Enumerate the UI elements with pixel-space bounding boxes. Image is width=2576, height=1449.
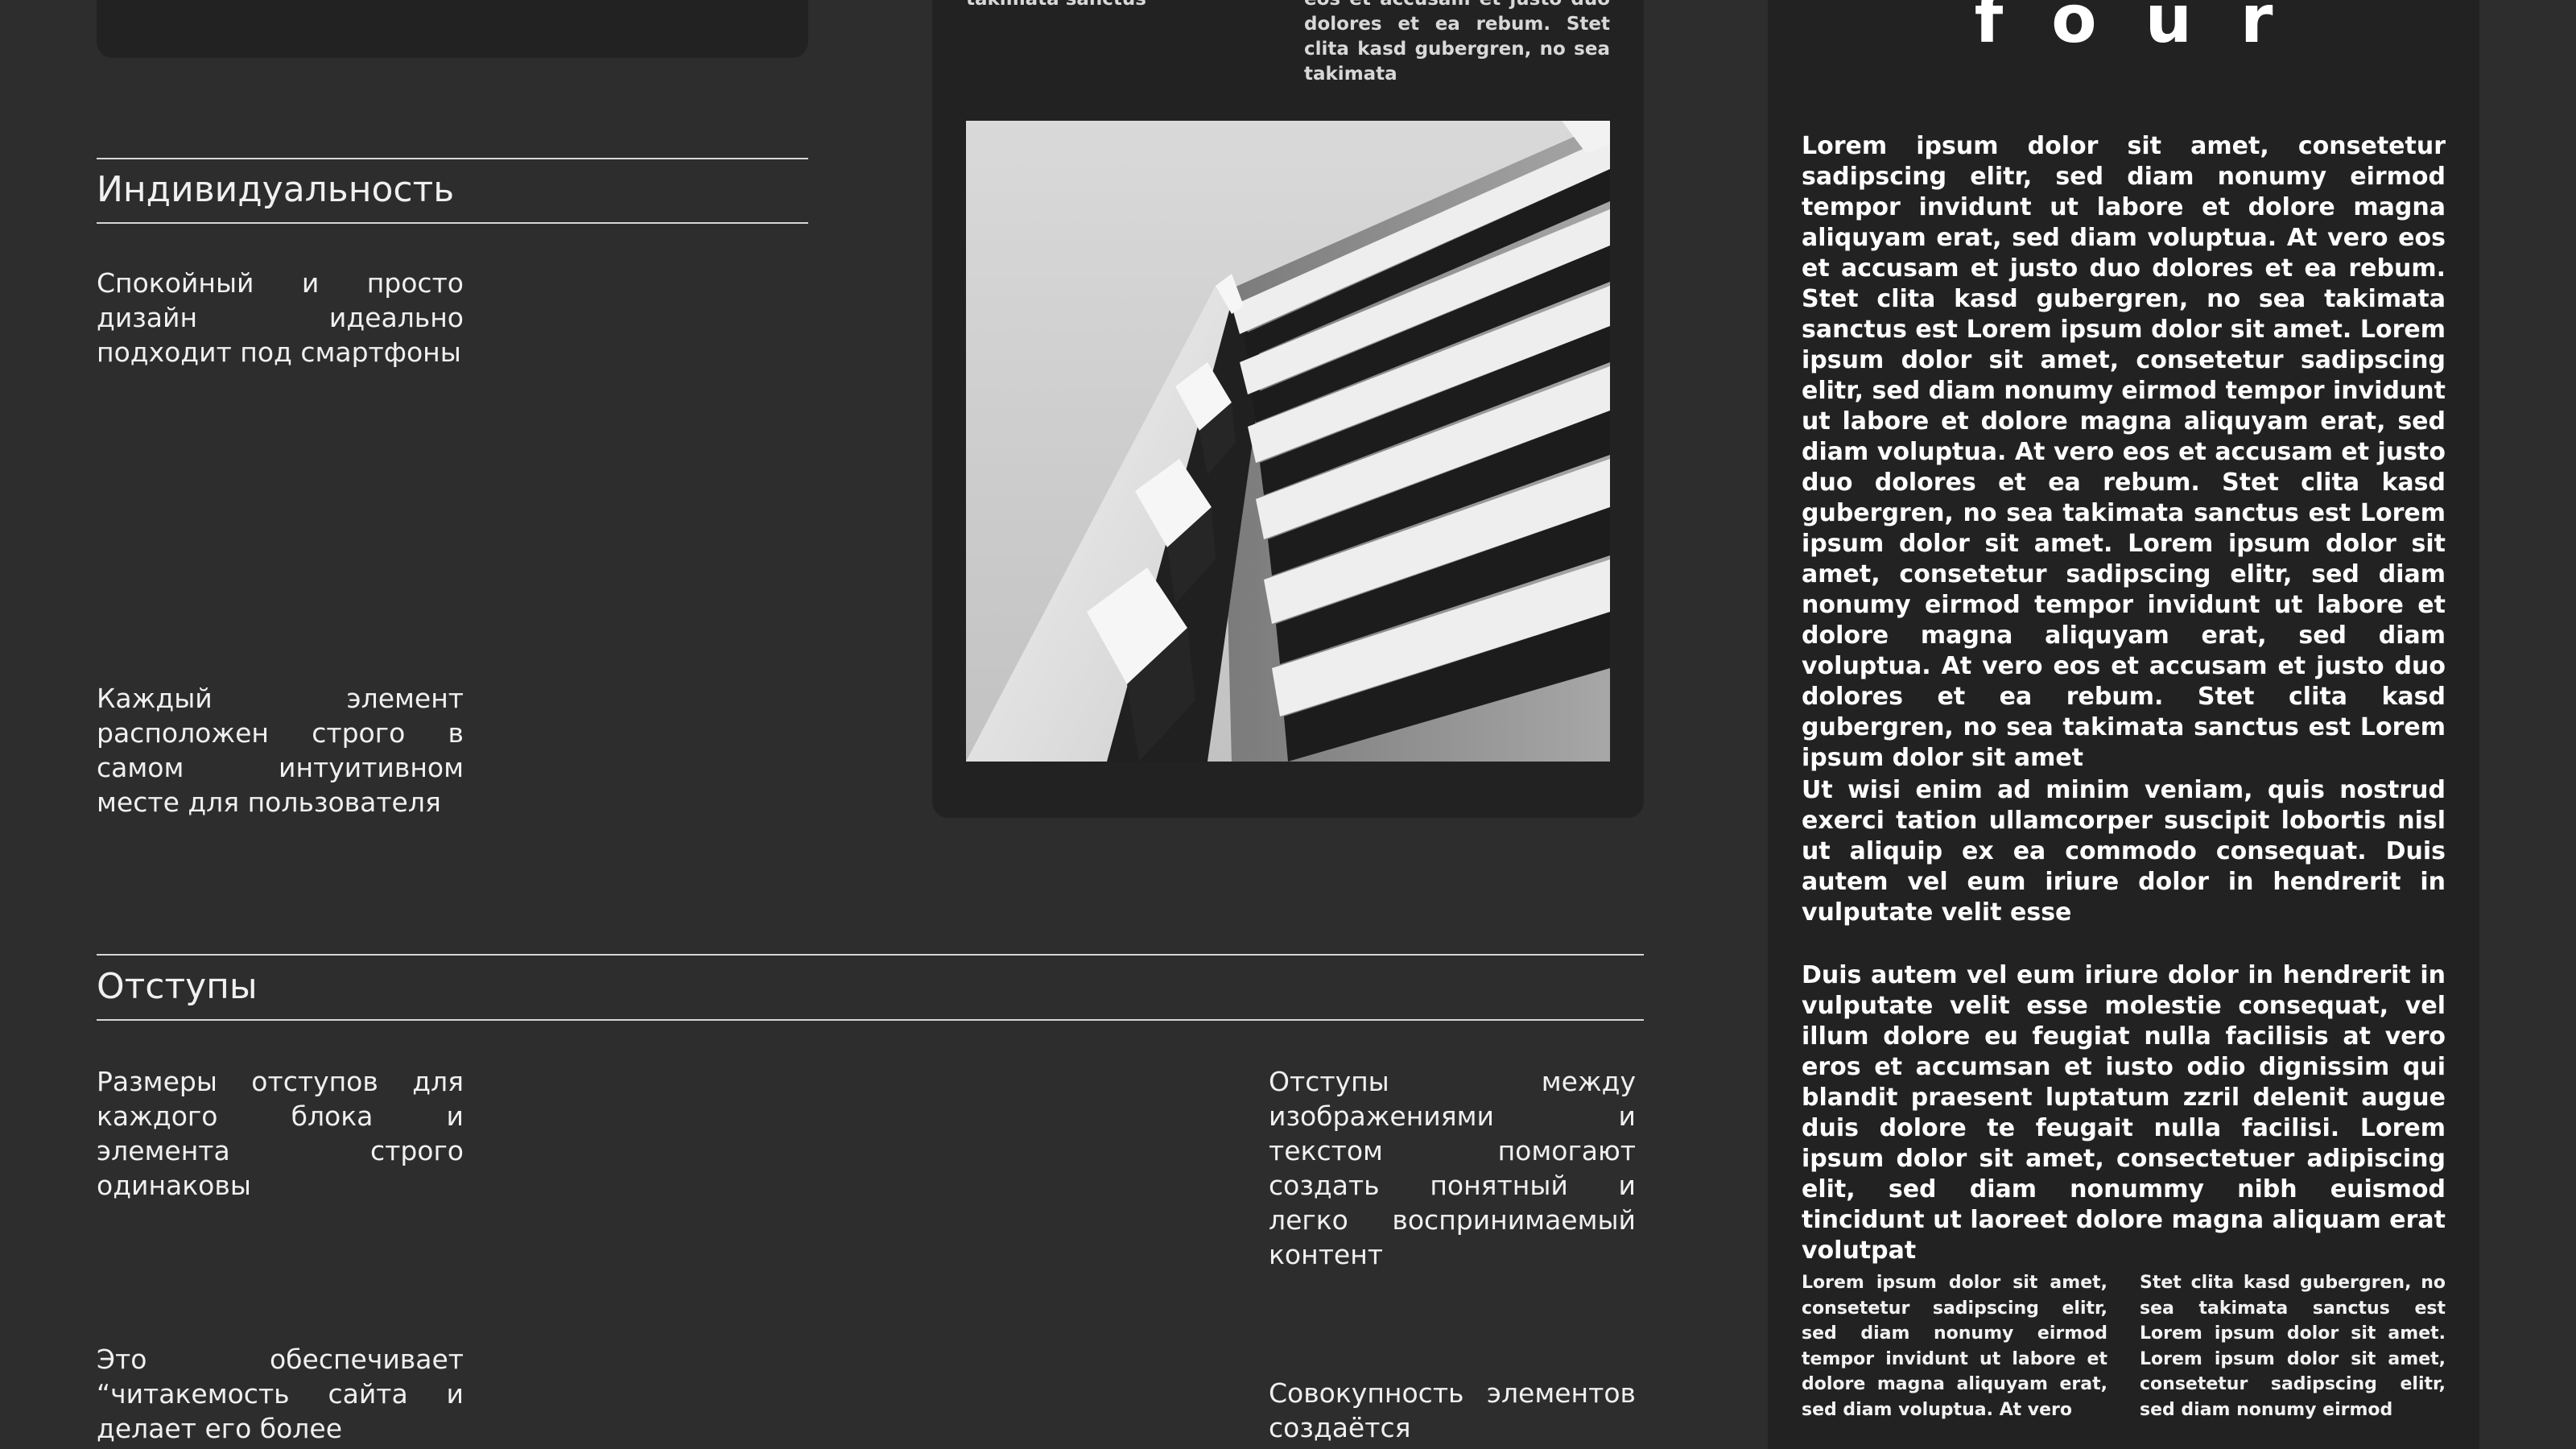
panel-small-text-left: Lorem ipsum dolor sit amet, consetetur s… xyxy=(1802,1273,2107,1420)
image-card-caption-right: eos et accusam et justo duo dolores et e… xyxy=(1304,0,1610,85)
section-rule-top xyxy=(97,158,808,159)
feature-text-calm-design: Спокойный и просто дизайн идеально подхо… xyxy=(97,267,464,368)
feature-text-elements-combination: Совокупность элементов создаётся xyxy=(1269,1377,1636,1443)
section-title-individuality: Индивидуальность xyxy=(97,169,455,210)
feature-text-element-placement: Каждый элемент расположен строго в самом… xyxy=(97,683,464,818)
panel-heading: four xyxy=(1974,0,2322,58)
feature-text-equal-spacing: Размеры отступов для каждого блока и эле… xyxy=(97,1066,464,1201)
panel-paragraph-2: Ut wisi enim ad minim veniam, quis nostr… xyxy=(1802,776,2446,927)
image-card-caption-left: takimata sanctus xyxy=(966,0,1256,12)
section-title-spacing: Отступы xyxy=(97,966,258,1007)
feature-text-image-text-spacing: Отступы между изображениями и текстом по… xyxy=(1269,1066,1636,1270)
feature-text-readability: Это обеспечивает “читакемость сайта и де… xyxy=(97,1344,464,1444)
panel-small-text-right: Stet clita kasd gubergren, no sea takima… xyxy=(2140,1273,2446,1420)
panel-paragraph-3: Duis autem vel eum iriure dolor in hendr… xyxy=(1802,961,2446,1265)
section-rule-bottom xyxy=(97,1019,1644,1021)
section-rule-top xyxy=(97,954,1644,956)
building-photo xyxy=(966,121,1610,762)
section-rule-bottom xyxy=(97,222,808,224)
panel-paragraph-1: Lorem ipsum dolor sit amet, consetetur s… xyxy=(1802,132,2446,772)
top-left-card xyxy=(97,0,808,58)
